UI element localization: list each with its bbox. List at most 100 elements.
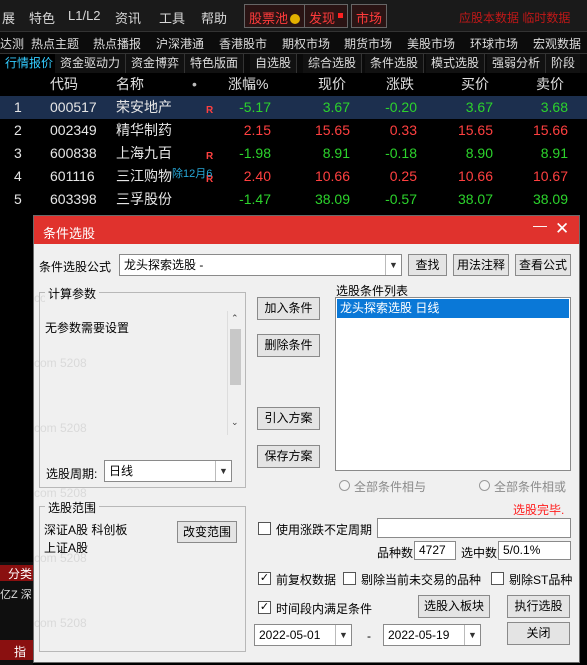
dialog-title-bar[interactable]: 条件选股 — ✕	[34, 216, 579, 244]
total-count: 4727	[414, 541, 456, 560]
tab-condition-screen[interactable]: 条件选股	[365, 54, 425, 73]
menu-item-0[interactable]: 展	[2, 8, 15, 27]
chevron-down-icon[interactable]: ▼	[335, 625, 351, 645]
minimize-icon[interactable]: —	[533, 217, 553, 233]
col-header-price[interactable]: 现价	[318, 73, 346, 95]
nav-item-global[interactable]: 环球市场	[470, 35, 518, 52]
run-screen-button[interactable]: 执行选股	[507, 595, 570, 618]
condition-screen-dialog: 条件选股 — ✕ com 5208 com 5208 com 5208 com …	[33, 215, 580, 663]
uncertain-period-checkbox[interactable]	[258, 522, 271, 535]
all-and-label: 全部条件相与	[354, 480, 427, 494]
menu-item-tools[interactable]: 工具	[159, 8, 185, 27]
nav-item-options[interactable]: 期权市场	[282, 35, 330, 52]
nav-item-hk[interactable]: 香港股市	[219, 35, 267, 52]
date-separator: -	[367, 629, 371, 643]
delete-condition-button[interactable]: 删除条件	[257, 334, 320, 357]
tab-stage[interactable]: 阶段	[546, 54, 581, 73]
chevron-down-icon[interactable]: ▼	[464, 625, 480, 645]
tab-capital-drive[interactable]: 资金驱动力	[55, 54, 127, 73]
table-row[interactable]: 1 000517 荣安地产 R -5.17 3.67 -0.20 3.67 3.…	[0, 96, 587, 119]
menu-item-help[interactable]: 帮助	[201, 8, 227, 27]
time-range-label: 时间段内满足条件	[276, 602, 373, 616]
col-header-code[interactable]: 代码	[50, 73, 78, 95]
hit-count: 5/0.1%	[498, 541, 571, 560]
calc-params-group: 计算参数 无参数需要设置 ⌃ ⌄ 选股周期: 日线 ▼	[39, 285, 246, 488]
stock-pool-button[interactable]: 股票池	[244, 4, 306, 28]
nav-item-futures[interactable]: 期货市场	[344, 35, 392, 52]
tab-quotes[interactable]: 行情报价	[0, 54, 60, 73]
row-index: 4	[14, 168, 22, 184]
add-condition-button[interactable]: 加入条件	[257, 297, 320, 320]
tab-composite-screen[interactable]: 综合选股	[303, 54, 363, 73]
quote-table: 代码 名称 • 涨幅% 现价 涨跌 买价 卖价 1 000517 荣安地产 R …	[0, 73, 587, 210]
bid-price: 15.65	[457, 122, 493, 138]
table-row[interactable]: 3 600838 上海九百 R -1.98 8.91 -0.18 8.90 8.…	[0, 142, 587, 165]
chevron-up-icon[interactable]: ⌃	[231, 313, 239, 324]
list-item[interactable]: 龙头探索选股 日线	[337, 299, 569, 318]
menu-item-l1l2[interactable]: L1/L2	[68, 8, 101, 23]
col-header-pct[interactable]: 涨幅%	[228, 73, 268, 95]
category-label[interactable]: 分类	[0, 565, 33, 581]
col-header-ask[interactable]: 卖价	[536, 73, 564, 95]
tab-capital-game[interactable]: 资金博弈	[126, 54, 186, 73]
import-plan-button[interactable]: 引入方案	[257, 407, 320, 430]
period-select[interactable]: 日线 ▼	[104, 460, 232, 482]
date-to-picker[interactable]: 2022-05-19 ▼	[383, 624, 481, 646]
price-change: 0.25	[389, 168, 417, 184]
time-range-checkbox[interactable]: ✓	[258, 601, 271, 614]
change-range-button[interactable]: 改变范围	[177, 521, 237, 543]
params-scrollbar[interactable]: ⌃ ⌄	[227, 311, 243, 435]
row-index: 2	[14, 122, 22, 138]
stock-name: 三孚股份	[116, 191, 172, 207]
chevron-down-icon[interactable]: ⌄	[231, 417, 239, 428]
find-button[interactable]: 查找	[408, 254, 447, 276]
col-header-bid[interactable]: 买价	[461, 73, 489, 95]
condition-list[interactable]: 龙头探索选股 日线	[335, 297, 571, 471]
chevron-down-icon[interactable]: ▼	[215, 461, 231, 481]
close-icon[interactable]: ✕	[555, 219, 569, 239]
last-price: 10.66	[314, 168, 350, 184]
view-formula-button[interactable]: 查看公式	[515, 254, 571, 276]
menu-item-special[interactable]: 特色	[29, 8, 55, 27]
stock-name: 上海九百	[116, 145, 172, 161]
price-change: 0.33	[389, 122, 417, 138]
chevron-down-icon[interactable]: ▼	[385, 255, 401, 275]
tab-strength[interactable]: 强弱分析	[487, 54, 547, 73]
all-and-radio[interactable]	[339, 480, 350, 491]
discover-button[interactable]: 发现	[304, 4, 349, 28]
stock-name: 荣安地产	[116, 99, 172, 115]
col-header-name[interactable]: 名称	[116, 73, 144, 95]
nav-item-macro[interactable]: 宏观数据	[533, 35, 581, 52]
all-or-radio[interactable]	[479, 480, 490, 491]
menu-item-news[interactable]: 资讯	[115, 8, 141, 27]
ask-price: 15.66	[532, 122, 568, 138]
formula-select[interactable]: 龙头探索选股 - ▼	[119, 254, 402, 276]
pct-change: -5.17	[239, 99, 271, 115]
date-from-picker[interactable]: 2022-05-01 ▼	[254, 624, 352, 646]
period-input[interactable]	[377, 518, 571, 538]
view-tabs: 行情报价 资金驱动力 资金博弈 特色版面 自选股 综合选股 条件选股 模式选股 …	[0, 54, 587, 73]
scroll-thumb[interactable]	[230, 329, 241, 385]
stock-name: 精华制药	[116, 122, 172, 138]
save-plan-button[interactable]: 保存方案	[257, 445, 320, 468]
nav-item-hot-broadcast[interactable]: 热点播报	[93, 35, 141, 52]
usage-button[interactable]: 用法注释	[453, 254, 509, 276]
col-header-change[interactable]: 涨跌	[386, 73, 414, 95]
side-label-3[interactable]: 指	[0, 640, 33, 660]
table-row[interactable]: 2 002349 精华制药 2.15 15.65 0.33 15.65 15.6…	[0, 119, 587, 142]
exclude-st-checkbox[interactable]	[491, 572, 504, 585]
nav-item-0[interactable]: 达测	[0, 35, 24, 52]
table-row[interactable]: 5 603398 三孚股份 -1.47 38.09 -0.57 38.07 38…	[0, 188, 587, 211]
nav-item-us[interactable]: 美股市场	[407, 35, 455, 52]
pre-adjust-checkbox[interactable]: ✓	[258, 572, 271, 585]
tab-pattern-screen[interactable]: 模式选股	[426, 54, 486, 73]
exclude-untraded-checkbox[interactable]	[343, 572, 356, 585]
nav-item-hot-topics[interactable]: 热点主题	[31, 35, 79, 52]
add-to-block-button[interactable]: 选股入板块	[418, 595, 490, 618]
tab-featured[interactable]: 特色版面	[185, 54, 245, 73]
market-button[interactable]: 市场	[351, 4, 388, 28]
close-button[interactable]: 关闭	[507, 622, 570, 645]
nav-item-connect[interactable]: 沪深港通	[156, 35, 204, 52]
table-row[interactable]: 4 601116 三江购物 R 2.40 10.66 0.25 10.66 10…	[0, 165, 587, 188]
tab-watchlist[interactable]: 自选股	[250, 54, 298, 73]
